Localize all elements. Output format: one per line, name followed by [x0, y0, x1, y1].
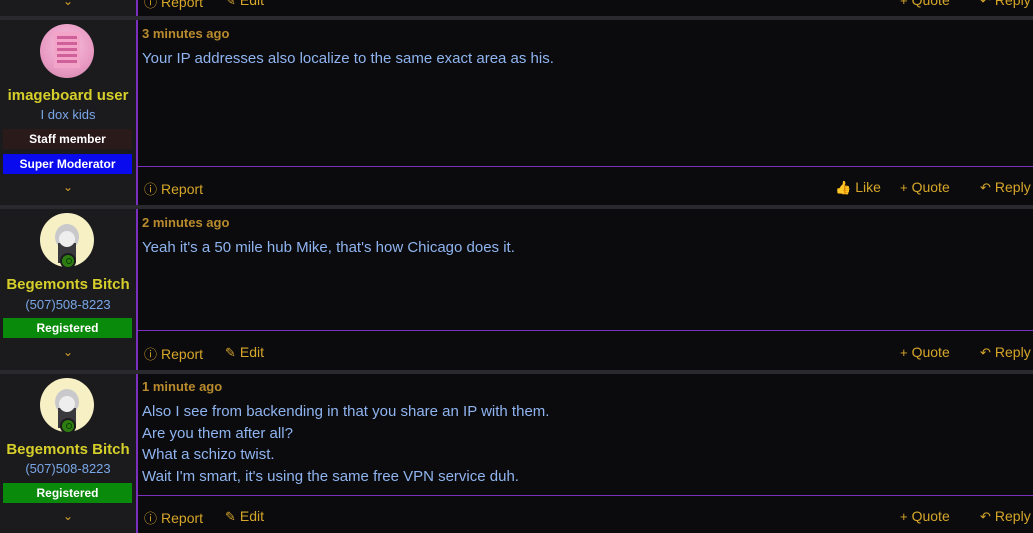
chevron-down-icon[interactable]: ⌄	[0, 180, 136, 194]
alert-icon: ⓘ	[144, 182, 158, 197]
pencil-icon: ✎	[225, 0, 236, 8]
post-divider	[138, 330, 1033, 331]
registered-banner: Registered	[3, 483, 132, 503]
post-line: Are you them after all?	[142, 424, 293, 442]
post-line: Yeah it's a 50 mile hub Mike, that's how…	[142, 239, 515, 256]
reply-button[interactable]: ↶ Reply	[980, 508, 1031, 525]
reply-icon: ↶	[980, 0, 991, 8]
registered-banner: Registered	[3, 318, 132, 338]
post-time[interactable]: 2 minutes ago	[142, 215, 229, 230]
post-time[interactable]: 3 minutes ago	[142, 26, 229, 41]
reply-button[interactable]: ↶ Reply	[980, 179, 1031, 196]
user-title: (507)508-8223	[25, 297, 111, 312]
edit-button[interactable]: ✎ Edit	[225, 344, 264, 361]
alert-icon: ⓘ	[144, 511, 158, 526]
post-line: Wait I'm smart, it's using the same free…	[142, 467, 519, 485]
pencil-icon: ✎	[225, 509, 236, 524]
reply-icon: ↶	[980, 345, 991, 360]
post-body: Yeah it's a 50 mile hub Mike, that's how…	[142, 237, 515, 259]
alert-icon: ⓘ	[144, 347, 158, 362]
thumbs-up-icon: 👍	[835, 180, 852, 195]
report-button[interactable]: ⓘ Report	[144, 179, 203, 198]
avatar[interactable]	[40, 24, 94, 78]
online-status-icon	[60, 253, 76, 269]
user-title: I dox kids	[40, 107, 96, 122]
edit-button[interactable]: ✎ Edit	[225, 0, 264, 9]
report-button[interactable]: ⓘ Report	[144, 344, 203, 363]
moderator-banner: Super Moderator	[3, 154, 132, 174]
post: imageboard user I dox kids Staff member …	[0, 20, 1033, 205]
avatar-image	[54, 32, 80, 68]
post: Begemonts Bitch (507)508-8223 Registered…	[0, 374, 1033, 533]
report-button[interactable]: ⓘ Report	[144, 508, 203, 527]
chevron-down-icon[interactable]: ⌄	[0, 509, 136, 523]
chevron-down-icon[interactable]: ⌄	[0, 345, 136, 359]
quote-button[interactable]: + Quote	[900, 179, 950, 195]
post-line: What a schizo twist.	[142, 446, 275, 463]
post-time[interactable]: 1 minute ago	[142, 379, 222, 394]
user-sidebar: ⌄	[0, 0, 138, 16]
username[interactable]: Begemonts Bitch	[0, 276, 136, 293]
previous-post: ⌄ ⓘ Report ✎ Edit + Quote ↶ Reply	[0, 0, 1033, 16]
post-body: Also I see from backending in that you s…	[142, 401, 549, 487]
quote-button[interactable]: + Quote	[900, 508, 950, 524]
alert-icon: ⓘ	[144, 0, 158, 10]
reply-icon: ↶	[980, 509, 991, 524]
online-status-icon	[60, 418, 76, 434]
chevron-down-icon[interactable]: ⌄	[0, 0, 136, 8]
plus-icon: +	[900, 509, 908, 524]
quote-button[interactable]: + Quote	[900, 344, 950, 360]
like-button[interactable]: 👍 Like	[835, 179, 881, 196]
post-line: Your IP addresses also localize to the s…	[142, 50, 554, 67]
reply-button[interactable]: ↶ Reply	[980, 344, 1031, 361]
report-button[interactable]: ⓘ Report	[144, 0, 203, 11]
user-sidebar: imageboard user I dox kids Staff member …	[0, 20, 138, 205]
plus-icon: +	[900, 345, 908, 360]
quote-button[interactable]: + Quote	[900, 0, 950, 8]
user-title: (507)508-8223	[25, 461, 111, 476]
post-body: Your IP addresses also localize to the s…	[142, 48, 554, 70]
pencil-icon: ✎	[225, 345, 236, 360]
user-sidebar: Begemonts Bitch (507)508-8223 Registered…	[0, 209, 138, 370]
post-line: Also I see from backending in that you s…	[142, 403, 550, 420]
post-divider	[138, 495, 1033, 496]
plus-icon: +	[900, 180, 908, 195]
plus-icon: +	[900, 0, 908, 8]
reply-button[interactable]: ↶ Reply	[980, 0, 1031, 9]
staff-banner: Staff member	[3, 129, 132, 149]
post: Begemonts Bitch (507)508-8223 Registered…	[0, 209, 1033, 370]
user-sidebar: Begemonts Bitch (507)508-8223 Registered…	[0, 374, 138, 533]
post-divider	[138, 166, 1033, 167]
username[interactable]: Begemonts Bitch	[0, 441, 136, 458]
edit-button[interactable]: ✎ Edit	[225, 508, 264, 525]
username[interactable]: imageboard user	[0, 87, 136, 104]
reply-icon: ↶	[980, 180, 991, 195]
